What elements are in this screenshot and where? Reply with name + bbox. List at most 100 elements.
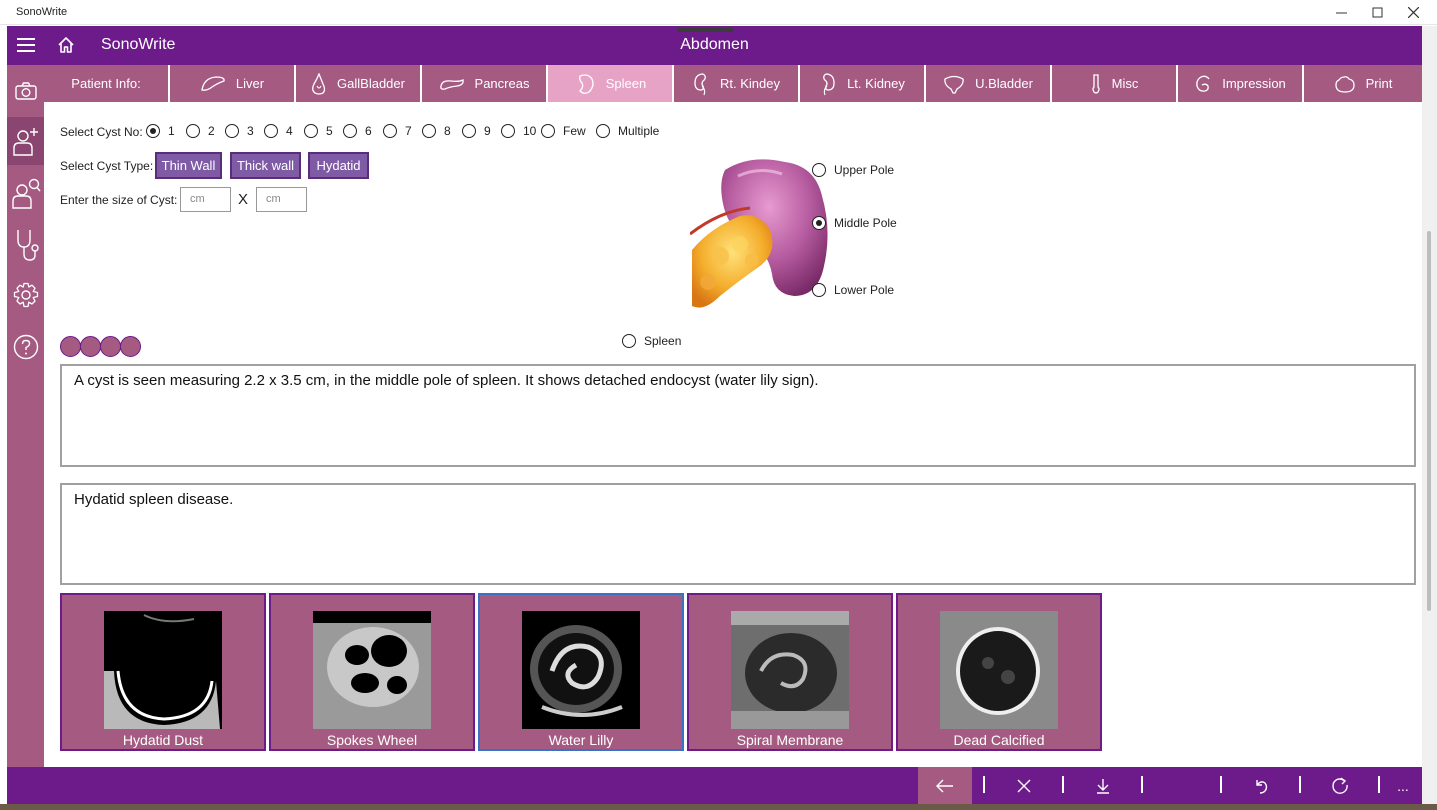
image-card-hydatid-dust[interactable]: Hydatid Dust <box>60 593 266 751</box>
image-caption: Spiral Membrane <box>736 732 844 748</box>
close-window-button[interactable] <box>1396 0 1430 25</box>
bladder-icon <box>944 75 964 94</box>
download-icon <box>1097 778 1109 794</box>
size-separator: X <box>238 191 249 208</box>
radio-cyst-multiple[interactable]: Multiple <box>596 124 659 138</box>
ultrasound-image <box>104 611 222 729</box>
tab-print[interactable]: Print <box>1304 65 1422 102</box>
sidebar-settings[interactable] <box>7 271 44 319</box>
image-caption: Hydatid Dust <box>122 732 204 748</box>
kidney-icon <box>823 72 835 95</box>
sidebar-stethoscope[interactable] <box>7 221 44 269</box>
undo-button[interactable] <box>1234 767 1288 804</box>
image-caption: Water Lilly <box>548 732 614 748</box>
spleen-form: Select Cyst No: 1 2 3 4 5 6 7 8 9 10 Few… <box>44 102 1422 767</box>
tab-gallbladder[interactable]: GallBladder <box>296 65 422 102</box>
refresh-icon <box>1332 776 1348 794</box>
findings-textbox[interactable]: A cyst is seen measuring 2.2 x 3.5 cm, i… <box>60 364 1416 467</box>
ultrasound-image <box>313 611 431 729</box>
back-arrow-icon <box>936 779 953 792</box>
cyst-type-label: Select Cyst Type: <box>60 159 154 173</box>
thick-wall-button[interactable]: Thick wall <box>230 152 301 179</box>
misc-icon <box>1091 73 1100 94</box>
history-dot[interactable] <box>60 336 81 357</box>
ultrasound-image <box>522 611 640 729</box>
spleen-icon <box>578 73 594 94</box>
radio-lower-pole[interactable]: Lower Pole <box>812 283 894 297</box>
more-icon[interactable]: ... <box>1385 767 1421 804</box>
save-button[interactable] <box>1076 767 1130 804</box>
radio-cyst-2[interactable]: 2 <box>186 124 215 138</box>
impression-icon <box>1196 75 1210 92</box>
blank-button[interactable] <box>1155 767 1209 804</box>
sidebar-add-patient[interactable] <box>7 117 44 165</box>
bottom-command-bar: ... <box>7 767 1422 804</box>
app-header: SonoWrite Abdomen <box>7 26 1422 65</box>
window-title: SonoWrite <box>16 6 68 18</box>
tab-label: Pancreas <box>474 76 530 91</box>
tab-lt-kidney[interactable]: Lt. Kidney <box>800 65 926 102</box>
radio-middle-pole[interactable]: Middle Pole <box>812 216 897 230</box>
tab-liver[interactable]: Liver <box>170 65 296 102</box>
tab-patient-info[interactable]: Patient Info: <box>44 65 170 102</box>
tab-impression[interactable]: Impression <box>1178 65 1304 102</box>
radio-upper-pole[interactable]: Upper Pole <box>812 163 894 177</box>
radio-cyst-5[interactable]: 5 <box>304 124 333 138</box>
drag-grip[interactable] <box>677 28 733 32</box>
image-card-spokes-wheel[interactable]: Spokes Wheel <box>269 593 475 751</box>
gallbladder-icon <box>312 72 326 95</box>
history-dot[interactable] <box>80 336 101 357</box>
print-icon <box>1334 75 1355 93</box>
history-dot[interactable] <box>100 336 121 357</box>
thin-wall-button[interactable]: Thin Wall <box>155 152 222 179</box>
cyst-size-input-2[interactable]: cm <box>256 187 307 212</box>
radio-cyst-6[interactable]: 6 <box>343 124 372 138</box>
image-card-dead-calcified[interactable]: Dead Calcified <box>896 593 1102 751</box>
tab-spleen[interactable]: Spleen <box>548 65 674 102</box>
sidebar-camera[interactable] <box>7 67 44 115</box>
minimize-button[interactable] <box>1324 0 1358 25</box>
window-titlebar: SonoWrite <box>0 0 1437 25</box>
tab-rt-kidney[interactable]: Rt. Kindey <box>674 65 800 102</box>
clear-button[interactable] <box>997 767 1051 804</box>
image-card-spiral-membrane[interactable]: Spiral Membrane <box>687 593 893 751</box>
tab-pancreas[interactable]: Pancreas <box>422 65 548 102</box>
tab-label: Liver <box>235 76 265 91</box>
liver-icon <box>201 75 225 91</box>
tab-label: GallBladder <box>337 76 405 91</box>
radio-cyst-4[interactable]: 4 <box>264 124 293 138</box>
radio-cyst-8[interactable]: 8 <box>422 124 451 138</box>
cyst-size-label: Enter the size of Cyst: <box>60 193 178 207</box>
vertical-scrollbar[interactable] <box>1422 26 1437 804</box>
tab-label: Spleen <box>605 76 647 91</box>
radio-cyst-9[interactable]: 9 <box>462 124 491 138</box>
image-card-water-lilly[interactable]: Water Lilly <box>478 593 684 751</box>
camera-icon <box>14 82 37 100</box>
cyst-size-input-1[interactable]: cm <box>180 187 231 212</box>
refresh-button[interactable] <box>1313 767 1367 804</box>
tab-label: U.Bladder <box>975 76 1033 91</box>
kidney-icon <box>694 72 706 95</box>
search-patient-icon <box>11 178 41 209</box>
image-caption: Dead Calcified <box>953 732 1045 748</box>
maximize-button[interactable] <box>1360 0 1394 25</box>
image-caption: Spokes Wheel <box>326 732 418 748</box>
pancreas-icon <box>439 78 464 90</box>
radio-cyst-few[interactable]: Few <box>541 124 586 138</box>
tab-label: Patient Info: <box>71 76 141 91</box>
back-button[interactable] <box>918 767 972 804</box>
ultrasound-image <box>731 611 849 729</box>
history-dot[interactable] <box>120 336 141 357</box>
sidebar-search-patient[interactable] <box>7 169 44 217</box>
hydatid-button[interactable]: Hydatid <box>308 152 369 179</box>
radio-cyst-1[interactable]: 1 <box>146 124 175 138</box>
impression-textbox[interactable]: Hydatid spleen disease. <box>60 483 1416 585</box>
tab-u-bladder[interactable]: U.Bladder <box>926 65 1052 102</box>
sidebar-help[interactable] <box>7 323 44 371</box>
tab-misc[interactable]: Misc <box>1052 65 1178 102</box>
tab-label: Impression <box>1222 76 1286 91</box>
radio-cyst-7[interactable]: 7 <box>383 124 412 138</box>
radio-cyst-3[interactable]: 3 <box>225 124 254 138</box>
radio-spleen[interactable]: Spleen <box>622 334 681 348</box>
radio-cyst-10[interactable]: 10 <box>501 124 536 138</box>
